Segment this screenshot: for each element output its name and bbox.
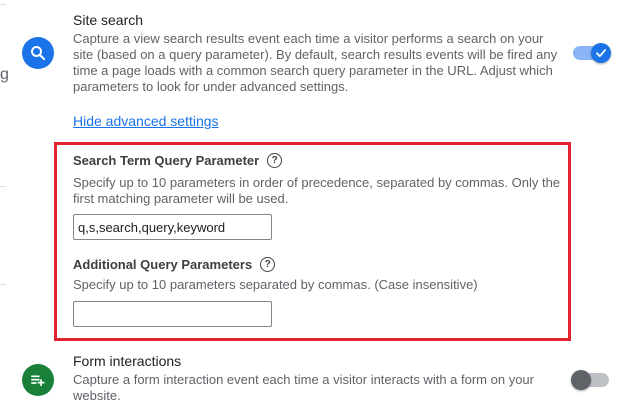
playlist-add-icon — [22, 364, 54, 396]
hide-advanced-settings-link[interactable]: Hide advanced settings — [73, 113, 219, 129]
help-circle-icon[interactable]: ? — [267, 153, 283, 168]
search-term-description: Specify up to 10 parameters in order of … — [73, 175, 561, 206]
search-term-label: Search Term Query Parameter ? — [73, 153, 283, 168]
background-divider — [0, 4, 6, 5]
toggle-knob — [571, 370, 591, 390]
additional-params-input[interactable] — [73, 301, 272, 327]
additional-params-label: Additional Query Parameters ? — [73, 257, 276, 272]
additional-params-label-text: Additional Query Parameters — [73, 257, 253, 272]
form-interactions-toggle[interactable] — [571, 370, 609, 390]
background-fragment: g — [0, 66, 9, 83]
site-search-description: Capture a view search results event each… — [73, 31, 558, 94]
site-search-toggle[interactable] — [573, 43, 611, 63]
form-interactions-description: Capture a form interaction event each ti… — [73, 372, 534, 403]
check-icon — [596, 49, 606, 58]
background-divider — [0, 186, 6, 187]
toggle-knob — [591, 43, 611, 63]
search-term-label-text: Search Term Query Parameter — [73, 153, 260, 168]
search-icon — [22, 37, 54, 69]
form-interactions-title: Form interactions — [73, 353, 182, 369]
site-search-title: Site search — [73, 12, 144, 28]
search-term-input[interactable] — [73, 214, 272, 240]
background-divider — [0, 284, 6, 285]
additional-params-description: Specify up to 10 parameters separated by… — [73, 277, 478, 292]
help-circle-icon[interactable]: ? — [260, 257, 276, 272]
